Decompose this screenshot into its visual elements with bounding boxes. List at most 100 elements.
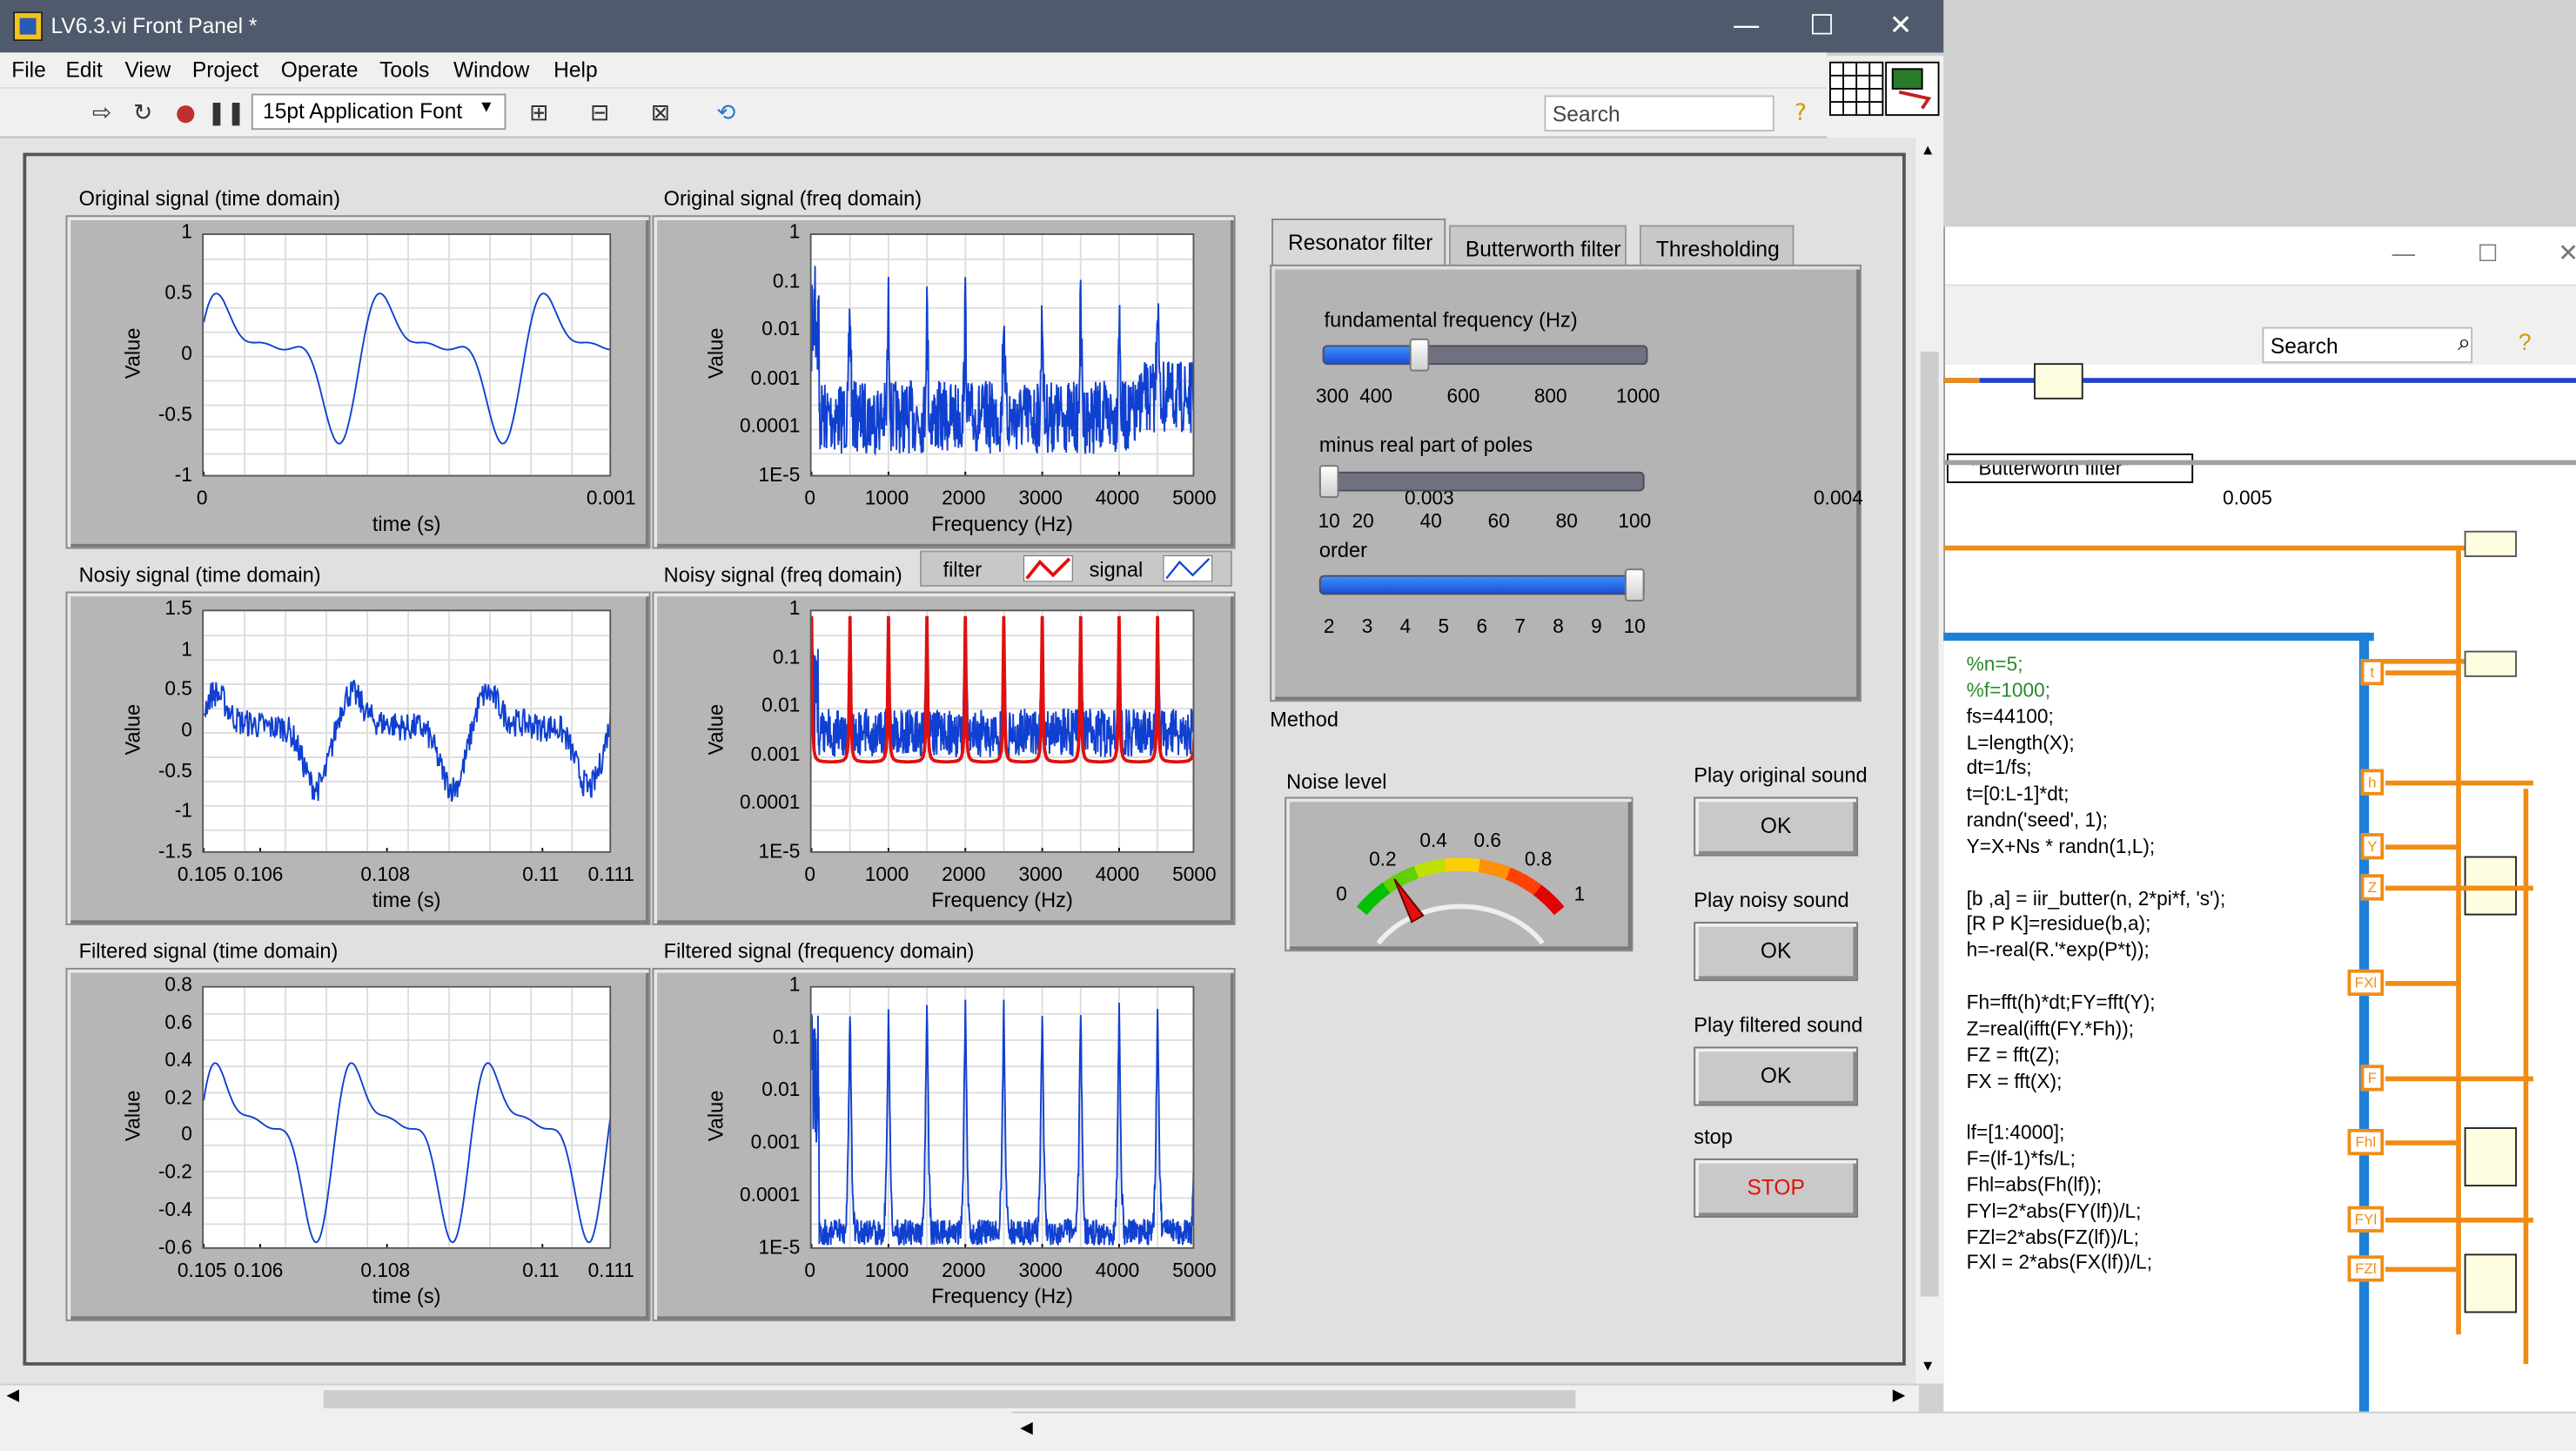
waveform-graph[interactable]: 0.105 0.106 0.108 0.11 0.111 0.8 0.6 0.4 0.2 0 -0.…: [65, 967, 651, 1321]
vertical-scroll-thumb[interactable]: [1920, 352, 1939, 1297]
mathscript-output-terminal[interactable]: F: [2360, 1065, 2385, 1092]
y-tick-label: 1: [788, 596, 801, 620]
bd-wire-orange-2: [1943, 545, 2486, 551]
menu-tools[interactable]: Tools: [379, 57, 429, 82]
bd-wire: [2385, 1076, 2533, 1082]
slider-tick-label: 20: [1352, 509, 1374, 533]
vertical-scrollbar[interactable]: ▲ ▼: [1915, 138, 1944, 1384]
scroll-down-icon[interactable]: ▼: [1921, 1357, 1935, 1374]
play-noisy-button[interactable]: OK: [1694, 922, 1859, 982]
slider-thumb[interactable]: [1318, 465, 1339, 499]
waveform-graph[interactable]: 0 1000 2000 3000 4000 5000 1 0.1 0.01 0.001 0.0001…: [652, 967, 1236, 1321]
y-tick-label: 0.01: [761, 317, 801, 341]
font-dropdown[interactable]: 15pt Application Font ▼: [251, 93, 506, 131]
play-original-button[interactable]: OK: [1694, 796, 1859, 856]
plot-area[interactable]: [202, 233, 612, 477]
waveform-graph[interactable]: 00.0010.0020.0030.0040.00510.50-0.5-1tim…: [65, 215, 2272, 549]
code-line: dt=1/fs;: [1966, 756, 2032, 780]
distribute-objects-icon[interactable]: ⊟: [583, 97, 616, 130]
slider-thumb[interactable]: [1624, 568, 1645, 601]
bd-property-node-1[interactable]: [2464, 530, 2518, 557]
noise-level-gauge[interactable]: 0 0.2 0.4 0.6 0.8 1: [1285, 796, 1633, 952]
bd-search-input[interactable]: Search: [2262, 326, 2473, 364]
case-selector[interactable]: "Butterworth filter": [1946, 453, 2194, 484]
align-objects-icon[interactable]: ⊞: [522, 97, 555, 130]
scroll-left-icon[interactable]: ◀: [7, 1387, 20, 1405]
bd-help-icon[interactable]: ?: [2519, 329, 2532, 355]
x-axis-title: time (s): [372, 513, 441, 536]
waveform-graph[interactable]: 0 1000 2000 3000 4000 5000 1 0.1 0.01 0.001 0.0001…: [652, 591, 1236, 925]
legend-filter-swatch[interactable]: [1023, 555, 1073, 582]
mathscript-output-terminal[interactable]: FXl: [2347, 969, 2385, 997]
gauge-tick-label: 0: [1336, 883, 1347, 905]
mathscript-output-terminal[interactable]: FZl: [2347, 1255, 2385, 1282]
pause-icon[interactable]: ❚❚: [207, 97, 245, 130]
bd-index-node[interactable]: [2034, 363, 2083, 400]
scroll-up-icon[interactable]: ▲: [1921, 141, 1935, 158]
mathscript-output-terminal[interactable]: Fhl: [2347, 1128, 2385, 1156]
stop-button[interactable]: STOP: [1694, 1158, 1859, 1218]
bd-search-icon[interactable]: ⌕: [2458, 329, 2471, 357]
gauge-tick-label: 0.6: [1474, 829, 1501, 851]
resize-objects-icon[interactable]: ⊠: [644, 97, 677, 130]
plot-area[interactable]: [809, 233, 1195, 477]
menu-window[interactable]: Window: [453, 57, 529, 82]
mathscript-output-terminal[interactable]: h: [2360, 769, 2385, 796]
bd-property-node-2[interactable]: [2464, 650, 2518, 677]
legend-filter-label: filter: [943, 558, 983, 582]
run-arrow-icon[interactable]: ⇨: [85, 97, 118, 130]
search-input[interactable]: Search: [1544, 95, 1774, 132]
help-icon[interactable]: ?: [1784, 97, 1817, 130]
menu-operate[interactable]: Operate: [281, 57, 359, 82]
code-line: [b ,a] = iir_butter(n, 2*pi*f, 's');: [1966, 886, 2226, 910]
slider-track[interactable]: [1318, 471, 1645, 492]
run-continuous-icon[interactable]: ↻: [126, 97, 159, 130]
plot-area[interactable]: [202, 985, 612, 1249]
bd-toolbar: Search ⌕ ?: [1945, 285, 2576, 366]
slider-tick-label: 10: [1623, 615, 1646, 638]
bd-bundle-node-3[interactable]: [2464, 1253, 2518, 1313]
y-tick-label: 0.0001: [740, 414, 801, 438]
mathscript-output-terminal[interactable]: FYl: [2347, 1206, 2385, 1233]
bd-minimize-button[interactable]: —: [2392, 240, 2415, 266]
bd-scroll-left-icon[interactable]: ◀: [1020, 1420, 1033, 1438]
close-button[interactable]: ✕: [1863, 0, 1939, 52]
menu-edit[interactable]: Edit: [66, 57, 103, 82]
legend-signal-swatch[interactable]: [1163, 555, 1213, 582]
play-filtered-button[interactable]: OK: [1694, 1046, 1859, 1106]
plot-area[interactable]: [809, 609, 1195, 853]
waveform-graph[interactable]: 0.105 0.106 0.108 0.11 0.111 1.5 1 0.5 0 -0.5 -1 -1…: [65, 591, 651, 925]
horizontal-scroll-thumb[interactable]: [323, 1390, 1576, 1408]
bd-close-button[interactable]: ✕: [2558, 238, 2576, 268]
menu-view[interactable]: View: [124, 57, 171, 82]
scroll-right-icon[interactable]: ▶: [1893, 1387, 1906, 1405]
slider-track[interactable]: [1318, 574, 1645, 595]
slider-track[interactable]: [1322, 345, 1648, 366]
mathscript-output-terminal[interactable]: Y: [2360, 833, 2385, 860]
tab-resonator-filter[interactable]: Resonator filter: [1271, 218, 1446, 272]
bd-bundle-node-2[interactable]: [2464, 1127, 2518, 1187]
y-axis-title: Value: [704, 1090, 728, 1142]
slider-thumb[interactable]: [1409, 338, 1430, 372]
mathscript-output-terminal[interactable]: Z: [2360, 874, 2385, 901]
code-line: Fhl=abs(Fh(lf));: [1966, 1172, 2103, 1197]
reorder-icon[interactable]: ⟲: [710, 97, 743, 130]
mathscript-output-terminal[interactable]: t: [2360, 659, 2385, 686]
bd-horizontal-scrollbar[interactable]: ◀: [1011, 1411, 2576, 1451]
waveform-graph[interactable]: 0 1000 2000 3000 4000 5000 1 0.1 0.01 0.001 0.0001…: [652, 215, 1236, 549]
y-tick-label: 1: [788, 972, 801, 997]
menu-file[interactable]: File: [11, 57, 46, 82]
gauge-needle[interactable]: [1393, 878, 1425, 924]
abort-icon[interactable]: ●: [169, 97, 202, 130]
plot-area[interactable]: [809, 985, 1195, 1249]
mathscript-code[interactable]: %n=5; %f=1000; fs=44100; L=length(X); dt=1/f…: [1967, 652, 2226, 1277]
minimize-button[interactable]: —: [1708, 0, 1784, 52]
horizontal-scrollbar[interactable]: ◀ ▶: [0, 1383, 1919, 1412]
menu-help[interactable]: Help: [553, 57, 597, 82]
maximize-button[interactable]: ☐: [1784, 0, 1860, 52]
menu-project[interactable]: Project: [192, 57, 258, 82]
x-tick-label: 2000: [942, 1259, 986, 1282]
gauge-tick-label: 1: [1574, 883, 1586, 905]
plot-area[interactable]: [202, 609, 612, 853]
bd-maximize-button[interactable]: ☐: [2478, 240, 2499, 268]
